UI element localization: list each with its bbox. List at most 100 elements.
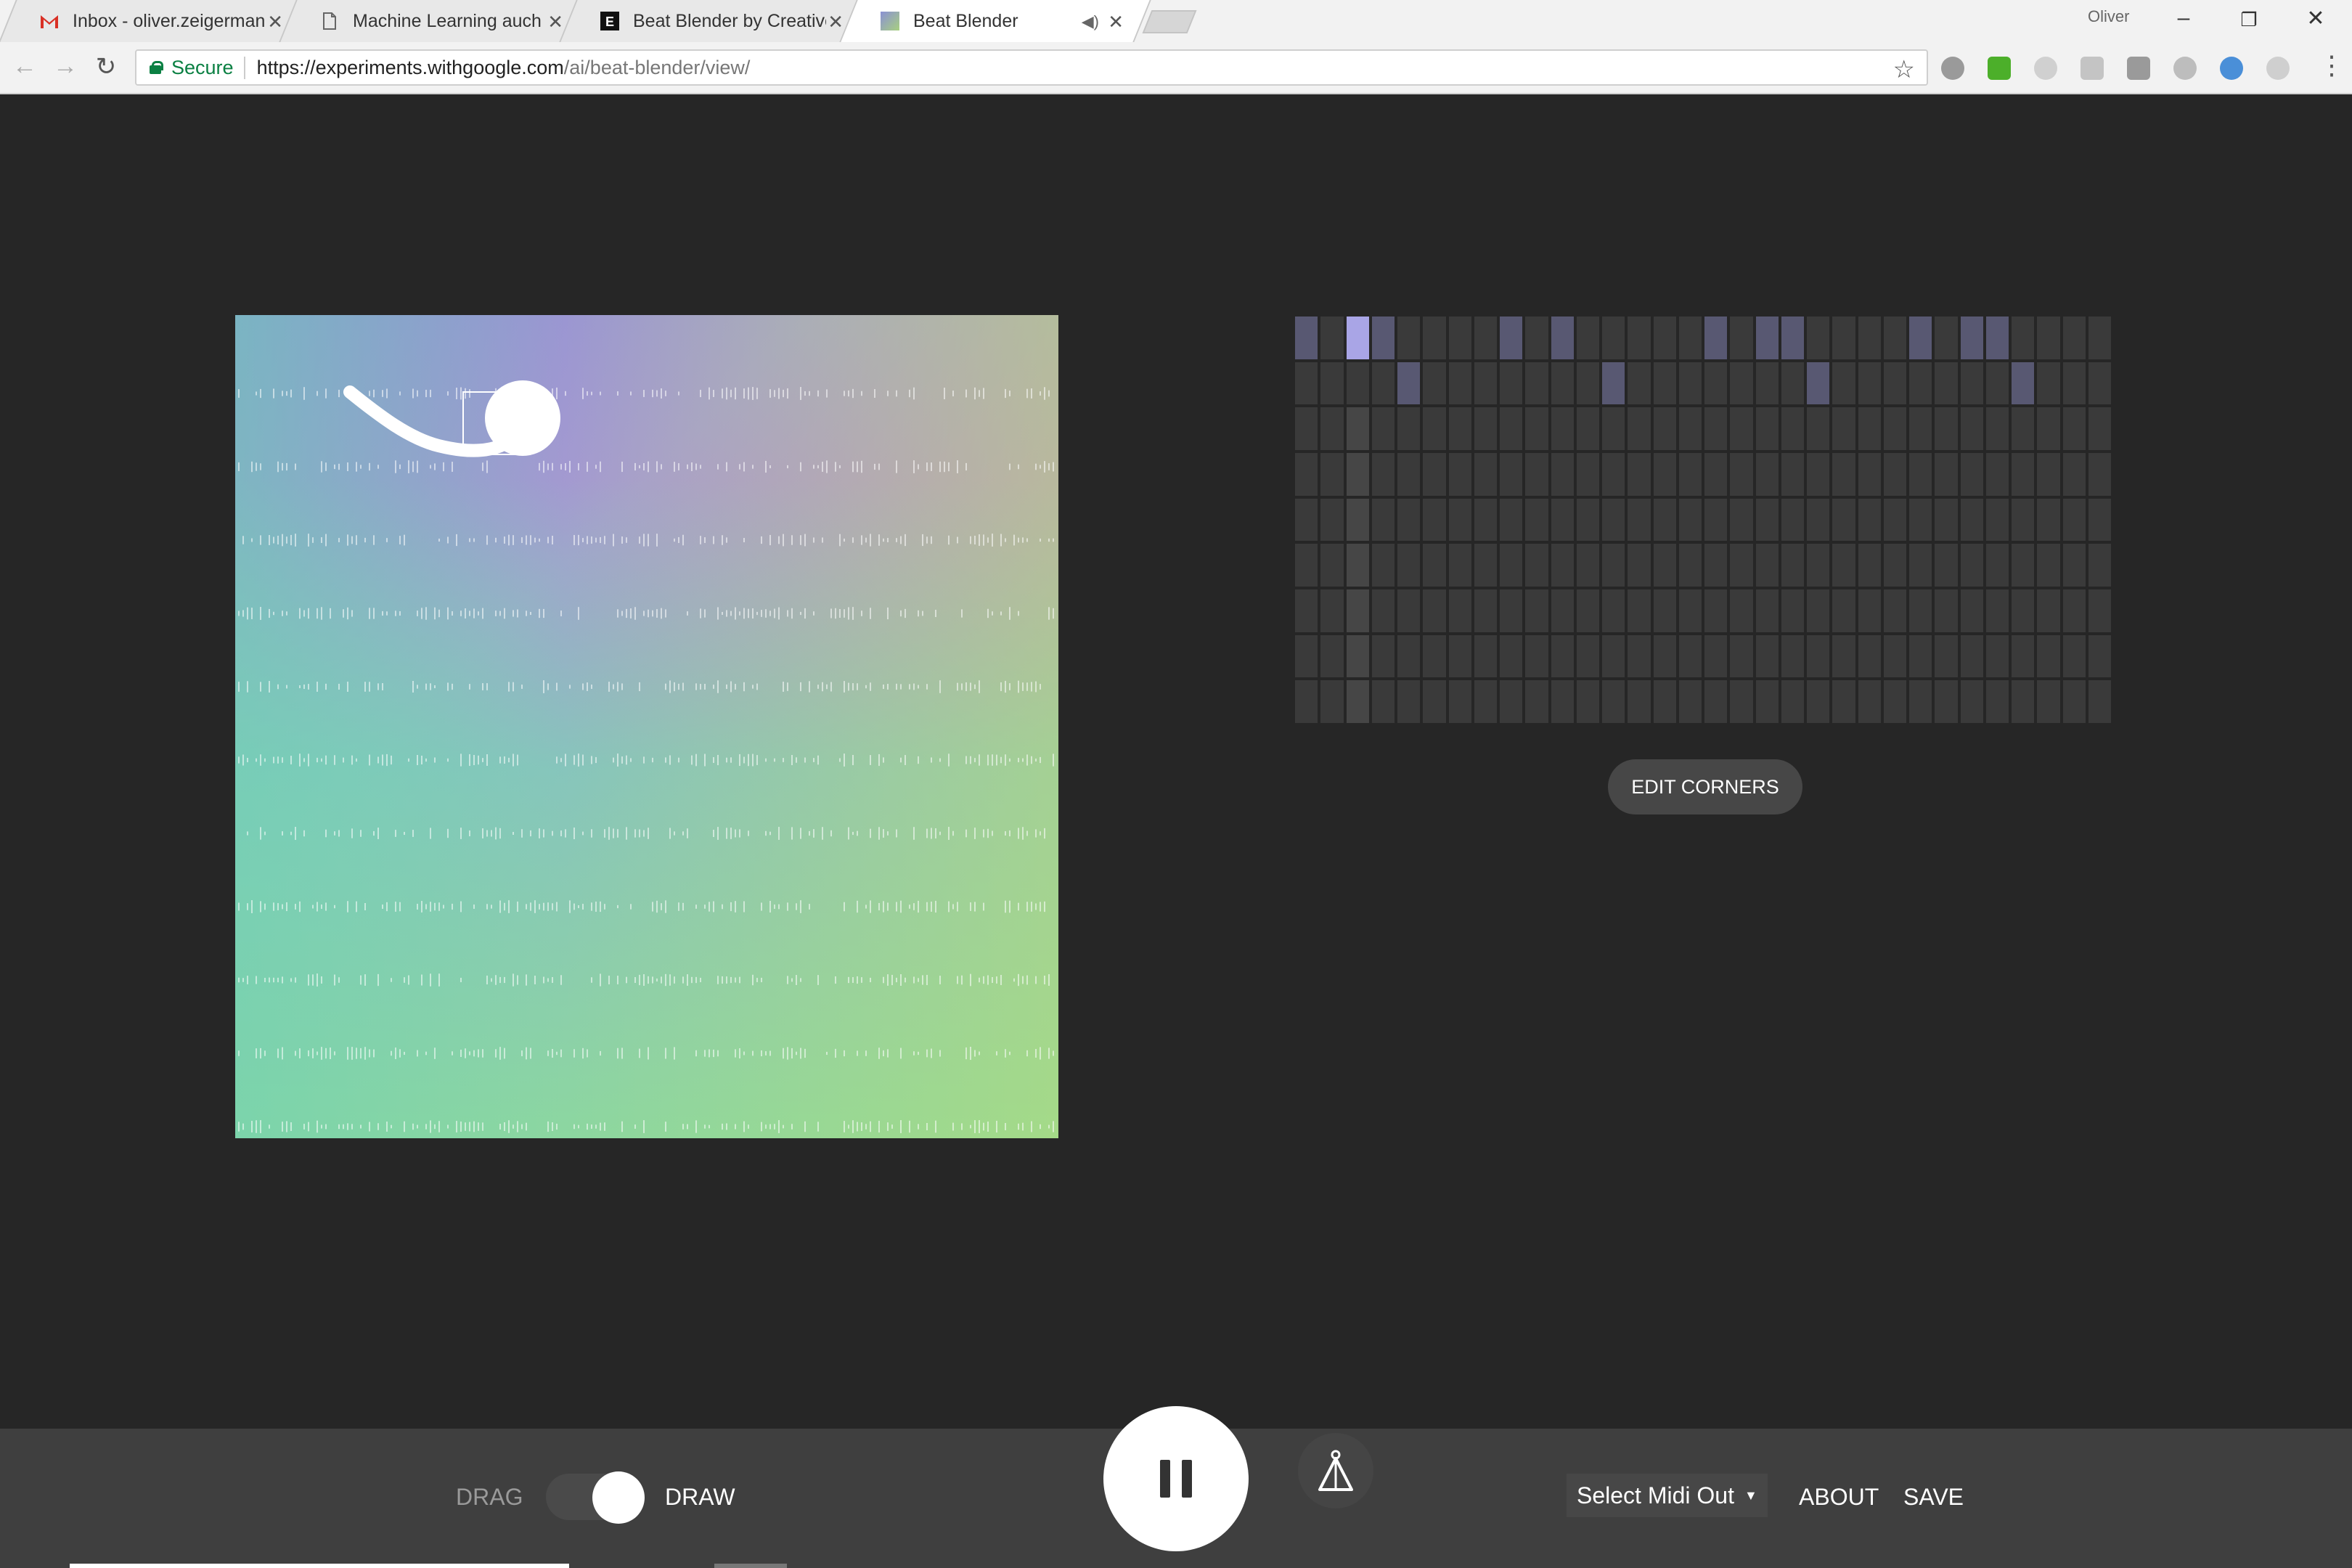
grid-cell[interactable] [1832, 544, 1855, 587]
grid-cell[interactable] [1883, 634, 1906, 678]
grid-cell[interactable] [1935, 589, 1958, 632]
grid-cell[interactable] [1858, 498, 1881, 542]
grid-cell[interactable] [2062, 634, 2086, 678]
grid-cell[interactable] [1704, 589, 1728, 632]
grid-cell[interactable] [2012, 634, 2035, 678]
close-tab-icon[interactable]: ✕ [828, 11, 844, 33]
metronome-button[interactable] [1298, 1433, 1373, 1508]
playhead-puck[interactable] [485, 380, 560, 456]
grid-cell[interactable] [1397, 317, 1421, 359]
grid-cell[interactable] [1576, 317, 1599, 359]
grid-cell[interactable] [1755, 680, 1779, 723]
grid-cell[interactable] [2088, 634, 2111, 678]
grid-cell[interactable] [2037, 407, 2060, 450]
grid-cell[interactable] [1704, 362, 1728, 405]
grid-cell[interactable] [1551, 680, 1574, 723]
grid-cell[interactable] [1935, 498, 1958, 542]
grid-cell[interactable] [1295, 362, 1318, 405]
grid-cell[interactable] [1935, 634, 1958, 678]
grid-cell[interactable] [1653, 589, 1676, 632]
grid-cell[interactable] [1320, 407, 1344, 450]
grid-cell[interactable] [2037, 589, 2060, 632]
grid-cell[interactable] [1858, 453, 1881, 496]
grid-cell[interactable] [1832, 680, 1855, 723]
grid-cell[interactable] [1576, 589, 1599, 632]
grid-cell[interactable] [1832, 634, 1855, 678]
grid-cell[interactable] [1346, 453, 1369, 496]
grid-cell[interactable] [2088, 362, 2111, 405]
grid-cell[interactable] [1628, 589, 1651, 632]
extension-grid-icon[interactable] [2081, 57, 2104, 80]
grid-cell[interactable] [1397, 589, 1421, 632]
grid-cell[interactable] [1909, 317, 1932, 359]
grid-cell[interactable] [1781, 544, 1804, 587]
grid-cell[interactable] [1628, 544, 1651, 587]
grid-cell[interactable] [1371, 407, 1395, 450]
grid-cell[interactable] [2012, 407, 2035, 450]
grid-cell[interactable] [1883, 544, 1906, 587]
grid-cell[interactable] [1423, 317, 1446, 359]
midi-out-select[interactable]: Select Midi Out ▼ [1567, 1474, 1768, 1517]
grid-cell[interactable] [1807, 680, 1830, 723]
grid-cell[interactable] [2037, 544, 2060, 587]
grid-cell[interactable] [1500, 634, 1523, 678]
extension-drive-icon[interactable] [1941, 57, 1964, 80]
grid-cell[interactable] [1602, 317, 1625, 359]
grid-cell[interactable] [1320, 589, 1344, 632]
grid-cell[interactable] [1448, 680, 1471, 723]
grid-cell[interactable] [1423, 362, 1446, 405]
new-tab-button[interactable] [1142, 10, 1197, 33]
grid-cell[interactable] [1602, 362, 1625, 405]
grid-cell[interactable] [1397, 362, 1421, 405]
grid-cell[interactable] [1576, 407, 1599, 450]
grid-cell[interactable] [1781, 498, 1804, 542]
grid-cell[interactable] [1883, 407, 1906, 450]
grid-cell[interactable] [1730, 317, 1753, 359]
grid-cell[interactable] [1423, 589, 1446, 632]
grid-cell[interactable] [1628, 453, 1651, 496]
grid-cell[interactable] [1371, 589, 1395, 632]
grid-cell[interactable] [1678, 544, 1702, 587]
grid-cell[interactable] [1755, 589, 1779, 632]
grid-cell[interactable] [1781, 589, 1804, 632]
grid-cell[interactable] [1474, 453, 1497, 496]
grid-cell[interactable] [1500, 407, 1523, 450]
grid-cell[interactable] [1295, 680, 1318, 723]
grid-cell[interactable] [1960, 634, 1983, 678]
grid-cell[interactable] [1474, 544, 1497, 587]
grid-cell[interactable] [1704, 453, 1728, 496]
grid-cell[interactable] [1397, 544, 1421, 587]
grid-cell[interactable] [1807, 498, 1830, 542]
grid-cell[interactable] [1960, 453, 1983, 496]
grid-cell[interactable] [1730, 498, 1753, 542]
grid-cell[interactable] [1960, 498, 1983, 542]
grid-cell[interactable] [2062, 498, 2086, 542]
grid-cell[interactable] [1858, 589, 1881, 632]
grid-cell[interactable] [1653, 317, 1676, 359]
grid-cell[interactable] [1500, 317, 1523, 359]
grid-cell[interactable] [1678, 362, 1702, 405]
tab-machine-learning[interactable]: Machine Learning auch f ✕ [279, 0, 591, 42]
grid-cell[interactable] [1858, 680, 1881, 723]
grid-cell[interactable] [1858, 362, 1881, 405]
grid-cell[interactable] [1832, 498, 1855, 542]
grid-cell[interactable] [1628, 407, 1651, 450]
grid-cell[interactable] [2062, 589, 2086, 632]
grid-cell[interactable] [2088, 407, 2111, 450]
bookmark-star-icon[interactable]: ☆ [1893, 55, 1915, 84]
grid-cell[interactable] [1678, 680, 1702, 723]
grid-cell[interactable] [1678, 317, 1702, 359]
grid-cell[interactable] [1935, 362, 1958, 405]
grid-cell[interactable] [1678, 589, 1702, 632]
grid-cell[interactable] [1371, 680, 1395, 723]
grid-cell[interactable] [1985, 362, 2009, 405]
grid-cell[interactable] [1985, 317, 2009, 359]
grid-cell[interactable] [1858, 317, 1881, 359]
grid-cell[interactable] [1960, 589, 1983, 632]
about-link[interactable]: ABOUT [1799, 1484, 1879, 1511]
browser-menu-icon[interactable]: ⋮ [2319, 52, 2345, 78]
grid-cell[interactable] [2062, 317, 2086, 359]
grid-cell[interactable] [1448, 362, 1471, 405]
grid-cell[interactable] [1960, 317, 1983, 359]
grid-cell[interactable] [1730, 680, 1753, 723]
